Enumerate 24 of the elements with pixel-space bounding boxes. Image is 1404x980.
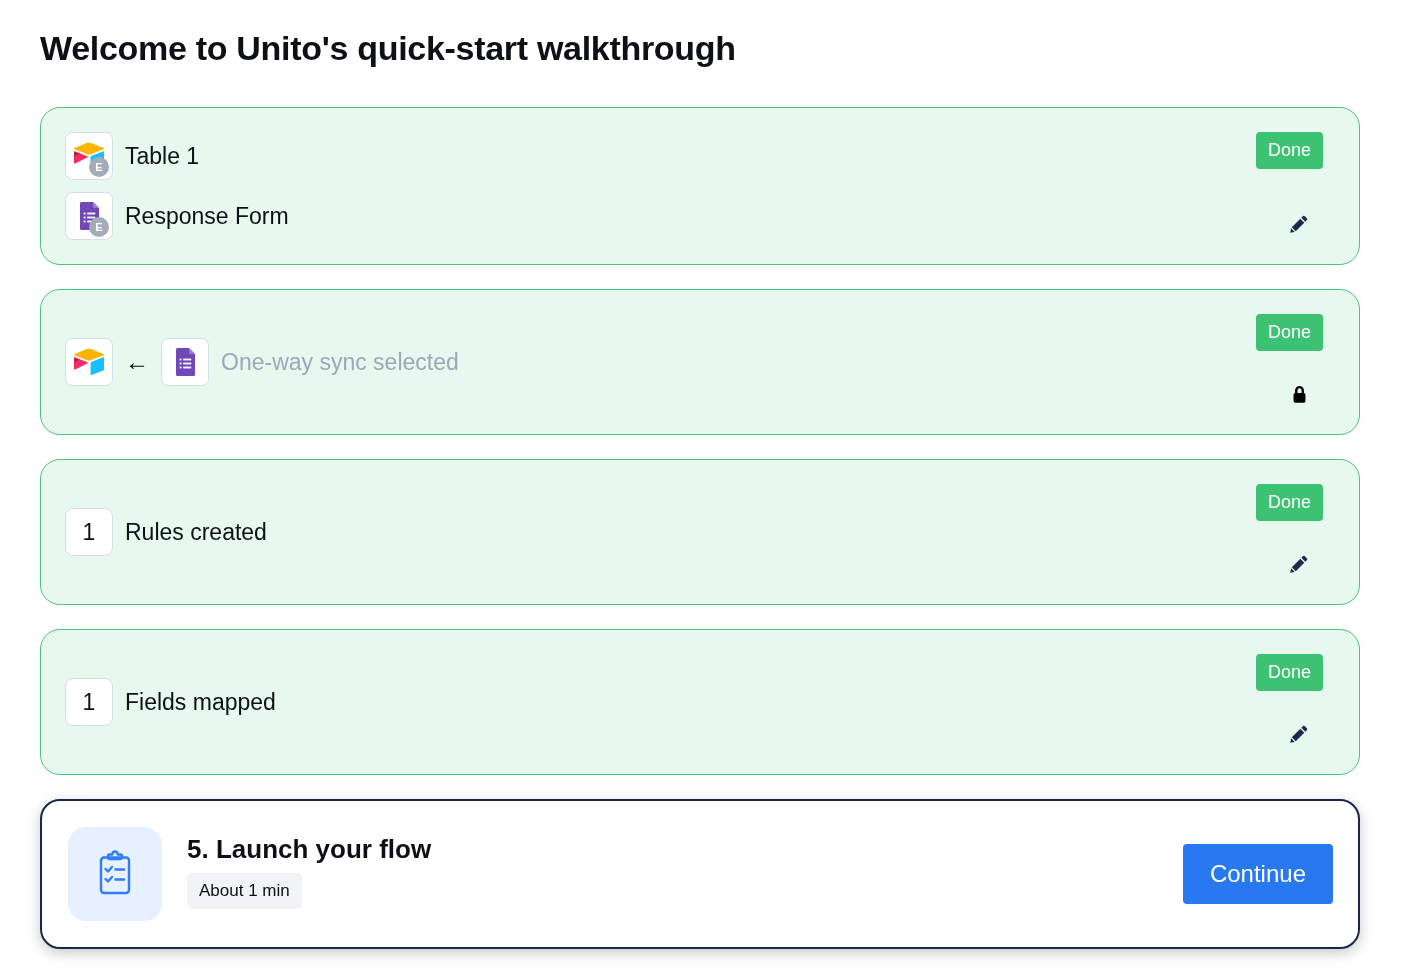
clipboard-checklist-icon bbox=[68, 827, 162, 921]
step-label: Fields mapped bbox=[125, 688, 276, 716]
document-list-icon bbox=[65, 192, 113, 240]
connection-name: Response Form bbox=[125, 202, 289, 230]
edit-icon[interactable] bbox=[1290, 725, 1308, 743]
status-label: Done bbox=[1255, 654, 1323, 691]
status-label: Done bbox=[1255, 132, 1323, 169]
status-label: Done bbox=[1255, 314, 1323, 351]
cube-logo-icon bbox=[65, 132, 113, 180]
page-title: Welcome to Unito's quick-start walkthrough bbox=[40, 28, 737, 69]
step-label: Rules created bbox=[125, 518, 267, 546]
cube-logo-icon bbox=[65, 338, 113, 386]
step-title: 5. Launch your flow bbox=[187, 833, 432, 865]
edit-icon[interactable] bbox=[1290, 215, 1308, 233]
count-value: 1 bbox=[65, 508, 113, 556]
direction-arrow: ← bbox=[125, 350, 149, 374]
connection-name: Table 1 bbox=[125, 142, 200, 170]
document-list-icon bbox=[161, 338, 209, 386]
sync-mode-label: One-way sync selected bbox=[221, 348, 459, 376]
continue-button[interactable]: Continue bbox=[1182, 844, 1333, 904]
status-label: Done bbox=[1255, 484, 1323, 521]
duration-label: About 1 min bbox=[187, 873, 302, 909]
edit-icon[interactable] bbox=[1290, 555, 1308, 573]
count-value: 1 bbox=[65, 678, 113, 726]
